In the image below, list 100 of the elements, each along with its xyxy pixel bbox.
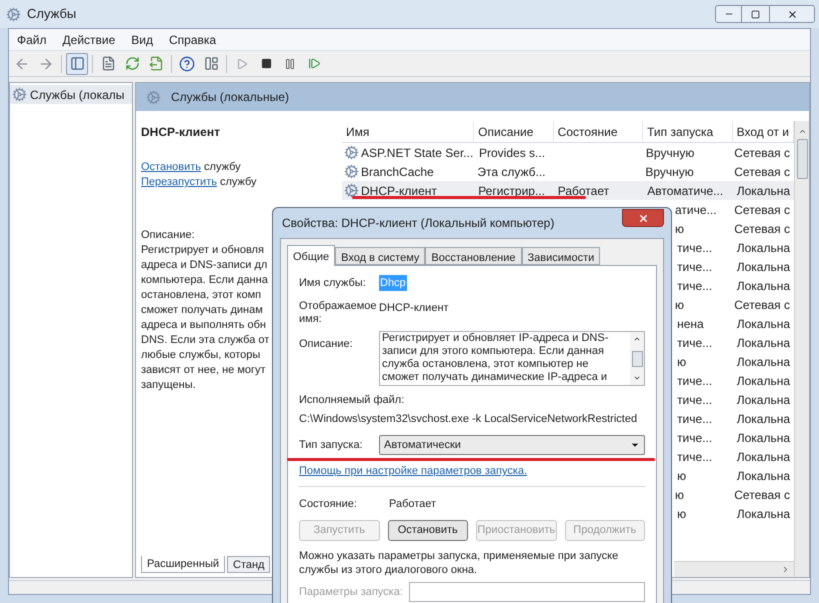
description-line: остановлена, этот комп (141, 288, 262, 303)
menu-item[interactable]: Справка (161, 30, 224, 48)
parameters-field[interactable] (409, 582, 645, 602)
table-cell: Локальна (736, 354, 790, 368)
scrollbar[interactable] (630, 332, 644, 385)
table-cell: тиче... (677, 240, 712, 254)
table-cell-text: ASP.NET State Ser... (361, 144, 474, 162)
table-row[interactable]: BranchCache Эта служб... Вручную Сетевая с (342, 162, 794, 181)
horizontal-scrollbar[interactable] (674, 561, 794, 577)
table-cell: тиче... (677, 336, 712, 350)
dialog-tab[interactable]: Вход в систему (335, 247, 426, 265)
table-cell: Локальна (736, 184, 790, 198)
resume-icon (308, 57, 320, 70)
table-cell: тиче... (677, 392, 712, 406)
gear-icon (6, 6, 21, 22)
table-cell: тиче... (677, 278, 712, 292)
gear-icon (146, 90, 161, 104)
table-cell-text: BranchCache (361, 164, 434, 180)
description-line: DNS. Если эта служба от (141, 333, 270, 348)
table-cell: ю (675, 222, 684, 236)
status-value: Работает (389, 496, 436, 512)
dialog-tab[interactable]: Зависимости (522, 247, 600, 265)
description-line: служба остановлена, этот компьютер не (382, 358, 590, 371)
gear-icon (12, 87, 27, 102)
help-link[interactable]: Помощь при настройке параметров запуска. (299, 463, 528, 480)
maximize-icon (751, 10, 760, 18)
table-row[interactable]: ASP.NET State Ser... Provides s... Вручную Сетевая с (342, 143, 794, 162)
field-label: Состояние: (299, 496, 358, 512)
menu-item[interactable]: Вид (123, 30, 161, 48)
table-cell: ю (675, 298, 684, 312)
service-button[interactable]: Остановить (388, 520, 468, 541)
tree-item[interactable]: Службы (локалы (10, 85, 132, 104)
column-header[interactable]: Состояние (554, 121, 644, 142)
description-line: адреса и DNS-записи дл (141, 258, 268, 273)
refresh-icon (124, 56, 140, 71)
vertical-scrollbar[interactable] (794, 121, 809, 577)
table-cell: Сетевая с (734, 164, 790, 178)
table-cell: нена (677, 316, 704, 330)
table-cell: Вручную (645, 164, 694, 178)
dialog-tab[interactable]: Общие (287, 245, 336, 266)
table-cell: Локальна (736, 374, 790, 388)
description-box[interactable]: Регистрирует и обновляет IP-адреса и DNS- записи для этого компьютера. Если данная служба остановлена, этот компьютер не сможет получать динамические IP-адреса и (379, 331, 645, 386)
stop-icon (260, 58, 272, 69)
table-cell: тиче... (677, 374, 712, 388)
view-tab[interactable]: Станд (227, 556, 270, 573)
field-label: Параметры запуска: (299, 584, 404, 600)
startup-type-select[interactable]: Автоматически (379, 435, 645, 455)
window-title: Службы (27, 5, 76, 24)
display-name-value: DHCP-клиент (379, 302, 449, 316)
column-header[interactable]: Описание (474, 121, 554, 142)
menu-item[interactable]: Файл (9, 30, 55, 48)
maximize-button[interactable] (742, 5, 769, 23)
description-line: адреса и выполнять обн (141, 318, 266, 333)
table-cell: ю (677, 354, 686, 368)
table-cell: Регистрир... (478, 184, 545, 198)
description-line: компьютера. Если данна (141, 273, 268, 288)
table-cell: Вручную (646, 146, 694, 160)
pane-header: Службы (локальные) (136, 83, 809, 111)
action-link[interactable]: Остановить (141, 160, 202, 175)
field-label: Описание: (299, 337, 354, 352)
description-line: сможет получать динам (141, 303, 263, 318)
field-label: Исполняемый файл: (299, 393, 404, 408)
description-line: любые службы, которы (141, 348, 260, 363)
table-cell: Автоматиче... (647, 184, 724, 198)
table-cell: Локальна (736, 392, 790, 406)
table-cell: ю (677, 506, 686, 520)
table-cell: Локальна (736, 240, 790, 254)
table-cell: Локальна (736, 468, 790, 482)
dialog-tab[interactable]: Восстановление (425, 247, 522, 265)
table-cell: Локальна (736, 506, 790, 520)
menu-item[interactable]: Действие (54, 30, 124, 48)
table-cell: Сетевая с (734, 298, 790, 312)
table-cell: Локальна (736, 430, 790, 444)
help-icon (179, 56, 195, 72)
gear-icon (344, 145, 359, 160)
action-text: службу (204, 160, 241, 175)
description-line: зависят от нее, не могут (141, 363, 266, 378)
table-cell: атиче... (675, 202, 717, 216)
scroll-thumb[interactable] (632, 350, 642, 366)
table-cell: тиче... (677, 412, 712, 426)
scroll-thumb[interactable] (796, 139, 808, 179)
table-cell: Работает (558, 184, 610, 198)
table-cell: Локальна (736, 316, 790, 330)
table-cell: Provides s... (479, 146, 546, 160)
close-icon (638, 212, 648, 224)
close-button[interactable] (622, 209, 664, 227)
layout-icon (204, 56, 218, 71)
view-tab[interactable]: Расширенный (141, 556, 225, 573)
dialog-title: Свойства: DHCP-клиент (Локальный компьютер) (281, 215, 554, 232)
play-icon (236, 58, 248, 70)
show-tree-button[interactable] (66, 52, 88, 74)
gear-icon (344, 183, 359, 198)
column-header[interactable]: Имя (342, 121, 474, 142)
close-icon (786, 8, 798, 20)
table-row[interactable]: DHCP-клиент Регистрир... Работает Автоматиче... Локальна (342, 181, 794, 200)
field-label: имя: (299, 313, 323, 326)
field-label: Имя службы: (299, 276, 367, 291)
description-label: Описание: (141, 228, 195, 243)
action-link[interactable]: Перезапустить (141, 175, 217, 190)
column-header[interactable]: Тип запуска (643, 121, 733, 142)
